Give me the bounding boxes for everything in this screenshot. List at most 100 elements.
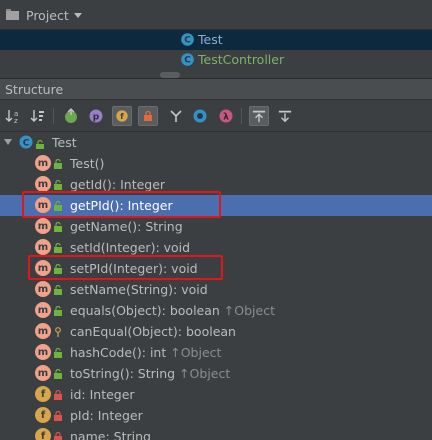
public-lock-icon	[54, 200, 62, 211]
class-icon: C	[181, 53, 194, 69]
show-fields-icon[interactable]: f	[112, 106, 132, 126]
field-row[interactable]: f id: Integer	[0, 384, 432, 405]
member-text: canEqual(Object): boolean	[70, 324, 236, 339]
svg-text:C: C	[184, 56, 191, 66]
chevron-down-icon[interactable]	[4, 139, 12, 145]
method-icon: m	[35, 155, 51, 171]
autoscroll-to-source-icon[interactable]	[249, 106, 269, 126]
project-panel-header[interactable]: Project	[0, 0, 432, 30]
structure-tree: C Test m Test() m getId(): Integer m getPId()…	[0, 132, 432, 440]
sort-by-visibility-icon[interactable]: az	[3, 106, 23, 126]
method-row[interactable]: m equals(Object): boolean ↑Object	[0, 300, 432, 321]
svg-text:C: C	[184, 36, 191, 46]
member-text: id: Integer	[70, 387, 135, 402]
method-icon: m	[35, 197, 51, 213]
public-lock-icon	[54, 179, 62, 190]
show-lambdas-icon[interactable]	[166, 106, 186, 126]
public-lock-icon	[54, 284, 62, 295]
method-row[interactable]: m getId(): Integer	[0, 174, 432, 195]
class-icon: C	[181, 33, 194, 49]
field-signature: id: Integer	[70, 387, 135, 402]
method-row[interactable]: m canEqual(Object): boolean	[0, 321, 432, 342]
method-signature: setName(String): void	[70, 282, 208, 297]
method-row[interactable]: m setName(String): void	[0, 279, 432, 300]
field-icon: f	[35, 386, 51, 402]
member-text: name: String	[70, 429, 151, 440]
project-item-label: Test	[198, 32, 223, 47]
member-text: pId: Integer	[70, 408, 143, 423]
protected-key-icon	[54, 326, 62, 337]
autoscroll-from-source-icon[interactable]	[275, 106, 295, 126]
toolbar-separator	[241, 108, 242, 124]
method-row[interactable]: m getPId(): Integer	[0, 195, 432, 216]
public-lock-icon	[54, 263, 62, 274]
show-non-public-icon[interactable]	[138, 106, 158, 126]
member-text: setName(String): void	[70, 282, 208, 297]
member-text: getName(): String	[70, 219, 183, 234]
member-text: Test()	[70, 156, 105, 171]
method-row[interactable]: m Test()	[0, 153, 432, 174]
public-lock-icon	[54, 242, 62, 253]
project-item-label: TestController	[198, 52, 285, 67]
method-signature: toString(): String ↑Object	[70, 366, 230, 381]
tree-root-test[interactable]: C Test	[0, 132, 432, 153]
structure-panel-header: Structure	[0, 78, 432, 100]
svg-text:f: f	[120, 112, 124, 121]
public-lock-icon	[54, 347, 62, 358]
method-row[interactable]: m setId(Integer): void	[0, 237, 432, 258]
method-row[interactable]: m hashCode(): int ↑Object	[0, 342, 432, 363]
method-row[interactable]: m toString(): String ↑Object	[0, 363, 432, 384]
public-lock-icon	[54, 221, 62, 232]
field-signature: pId: Integer	[70, 408, 143, 423]
field-icon: f	[35, 428, 51, 440]
toolbar-separator	[53, 108, 54, 124]
method-signature: setId(Integer): void	[70, 240, 190, 255]
method-signature: getId(): Integer	[70, 177, 165, 192]
structure-panel-title: Structure	[5, 82, 64, 97]
member-text: getId(): Integer	[70, 177, 166, 192]
method-icon: m	[35, 281, 51, 297]
field-icon: f	[35, 407, 51, 423]
project-item-partial	[0, 70, 432, 78]
private-lock-icon	[54, 431, 62, 440]
field-row[interactable]: f pId: Integer	[0, 405, 432, 426]
method-icon: m	[35, 218, 51, 234]
method-signature: equals(Object): boolean ↑Object	[70, 303, 275, 318]
method-icon: m	[35, 365, 51, 381]
method-signature: getName(): String	[70, 219, 183, 234]
show-anonymous-icon[interactable]	[190, 106, 210, 126]
method-signature: Test()	[70, 156, 104, 171]
method-icon: m	[35, 302, 51, 318]
show-inherited-icon[interactable]	[61, 106, 81, 126]
sort-alphabetically-icon[interactable]	[28, 106, 48, 126]
project-item-test[interactable]: C Test	[0, 30, 432, 50]
svg-text:λ: λ	[223, 113, 229, 123]
show-properties-icon[interactable]: p	[86, 106, 106, 126]
method-icon: m	[35, 176, 51, 192]
tree-root-label: Test	[52, 135, 77, 150]
field-signature: name: String	[70, 429, 151, 440]
method-row[interactable]: m getName(): String	[0, 216, 432, 237]
svg-text:z: z	[14, 117, 18, 124]
public-lock-icon	[36, 138, 44, 149]
svg-text:p: p	[93, 113, 100, 123]
show-lambda-icon[interactable]: λ	[216, 106, 236, 126]
member-text: toString(): String	[70, 366, 180, 381]
method-icon: m	[35, 239, 51, 255]
project-item-testcontroller[interactable]: C TestController	[0, 50, 432, 70]
project-panel-title[interactable]: Project	[26, 8, 69, 23]
public-lock-icon	[54, 158, 62, 169]
member-text: setId(Integer): void	[70, 240, 191, 255]
method-signature: setPId(Integer): void	[70, 261, 198, 276]
field-row[interactable]: f name: String	[0, 426, 432, 440]
method-signature: hashCode(): int ↑Object	[70, 345, 221, 360]
public-lock-icon	[54, 368, 62, 379]
folder-icon	[6, 9, 19, 20]
structure-toolbar: az p f λ	[0, 100, 432, 132]
chevron-down-icon[interactable]	[74, 13, 82, 18]
method-icon: m	[35, 344, 51, 360]
inherited-from-label: ↑Object	[223, 303, 275, 318]
project-tree: C Test C TestController	[0, 30, 432, 78]
member-text: getPId(): Integer	[70, 198, 173, 213]
method-row[interactable]: m setPId(Integer): void	[0, 258, 432, 279]
